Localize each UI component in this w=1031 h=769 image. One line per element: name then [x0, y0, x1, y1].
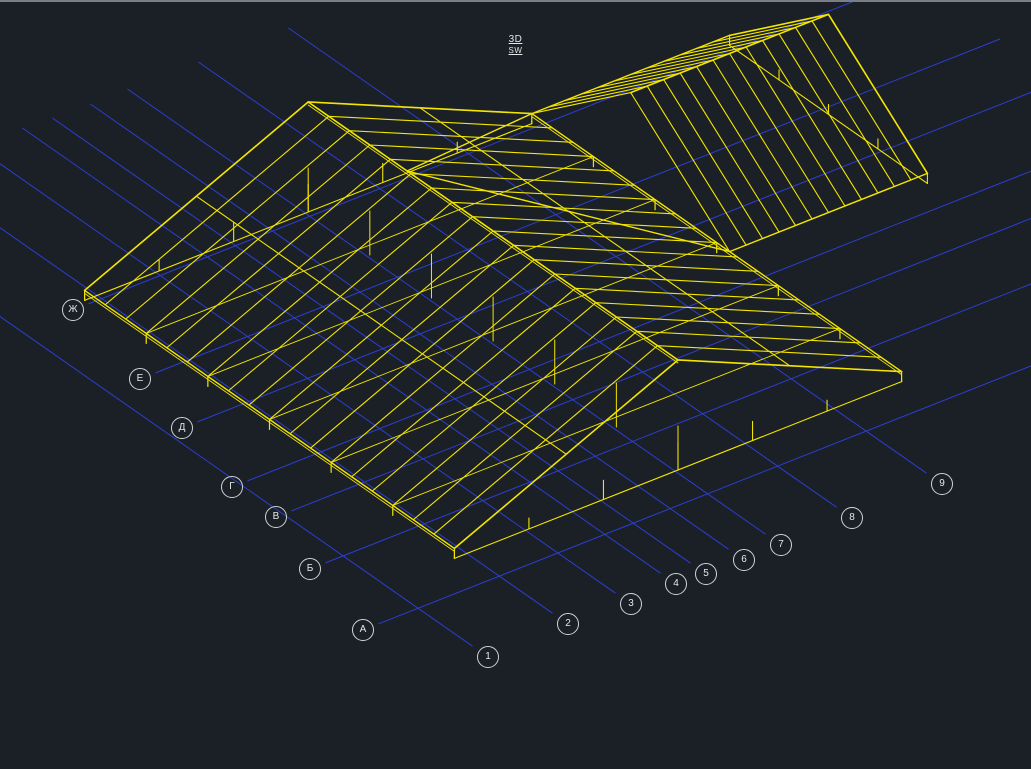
model-viewport[interactable]: ЖЕДГВБА123456789	[0, 2, 1031, 769]
grid-lines-layer	[0, 2, 1031, 646]
structure-layer	[85, 14, 928, 558]
drawing-canvas[interactable]	[0, 2, 1031, 769]
